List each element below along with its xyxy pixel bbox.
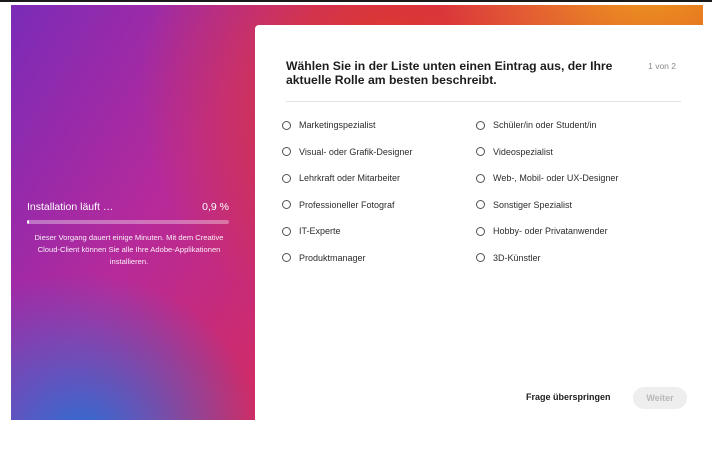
role-option-ux-designer[interactable]: Web-, Mobil- oder UX-Designer (476, 165, 666, 192)
role-option-3d-kuenstler[interactable]: 3D-Künstler (476, 245, 666, 272)
install-status-panel: Installation läuft … 0,9 % Dieser Vorgan… (11, 5, 255, 420)
role-option-videospezialist[interactable]: Videospezialist (476, 139, 666, 166)
role-option-fotograf[interactable]: Professioneller Fotograf (282, 192, 472, 219)
radio-icon[interactable] (282, 120, 291, 130)
radio-icon[interactable] (476, 226, 485, 236)
role-option-produktmanager[interactable]: Produktmanager (282, 245, 472, 272)
role-option-hobby[interactable]: Hobby- oder Privatanwender (476, 218, 666, 245)
radio-icon[interactable] (476, 147, 485, 157)
radio-icon[interactable] (282, 226, 291, 236)
option-label: Marketingspezialist (299, 120, 376, 131)
option-label: IT-Experte (299, 226, 341, 237)
radio-icon[interactable] (476, 120, 485, 130)
radio-icon[interactable] (282, 200, 291, 210)
role-option-it-experte[interactable]: IT-Experte (282, 218, 472, 245)
skip-question-link[interactable]: Frage überspringen (526, 392, 611, 402)
option-label: 3D-Künstler (493, 252, 541, 263)
radio-icon[interactable] (282, 173, 291, 183)
option-label: Schüler/in oder Student/in (493, 120, 597, 131)
install-status-label: Installation läuft … (27, 201, 114, 213)
install-progress-bar (27, 220, 229, 224)
role-options: Marketingspezialist Schüler/in oder Stud… (282, 112, 682, 271)
radio-icon[interactable] (476, 173, 485, 183)
install-progress-percent: 0,9 % (202, 201, 229, 213)
radio-icon[interactable] (476, 200, 485, 210)
install-description: Dieser Vorgang dauert einige Minuten. Mi… (34, 233, 224, 266)
option-label: Hobby- oder Privatanwender (493, 226, 608, 237)
radio-icon[interactable] (282, 147, 291, 157)
role-option-grafik-designer[interactable]: Visual- oder Grafik-Designer (282, 139, 472, 166)
option-label: Lehrkraft oder Mitarbeiter (299, 173, 401, 184)
window-top-border (0, 0, 712, 2)
step-indicator: 1 von 2 (648, 61, 676, 71)
role-option-sonstiger[interactable]: Sonstiger Spezialist (476, 192, 666, 219)
question-title: Wählen Sie in der Liste unten einen Eint… (286, 59, 613, 87)
option-label: Produktmanager (299, 252, 366, 263)
role-option-lehrkraft[interactable]: Lehrkraft oder Mitarbeiter (282, 165, 472, 192)
radio-icon[interactable] (476, 253, 485, 263)
header-divider (286, 101, 681, 102)
radio-icon[interactable] (282, 253, 291, 263)
next-button[interactable]: Weiter (633, 387, 687, 409)
option-label: Web-, Mobil- oder UX-Designer (493, 173, 619, 184)
role-survey-card: Wählen Sie in der Liste unten einen Eint… (255, 25, 703, 420)
role-option-marketingspezialist[interactable]: Marketingspezialist (282, 112, 472, 139)
option-label: Videospezialist (493, 146, 553, 157)
option-label: Sonstiger Spezialist (493, 199, 573, 210)
role-option-student[interactable]: Schüler/in oder Student/in (476, 112, 666, 139)
question-header: Wählen Sie in der Liste unten einen Eint… (286, 59, 676, 87)
install-status-row: Installation läuft … 0,9 % (27, 201, 229, 213)
option-label: Visual- oder Grafik-Designer (299, 146, 413, 157)
install-progress-fill (27, 220, 30, 224)
option-label: Professioneller Fotograf (299, 199, 395, 210)
installer-window: Installation läuft … 0,9 % Dieser Vorgan… (11, 5, 703, 420)
